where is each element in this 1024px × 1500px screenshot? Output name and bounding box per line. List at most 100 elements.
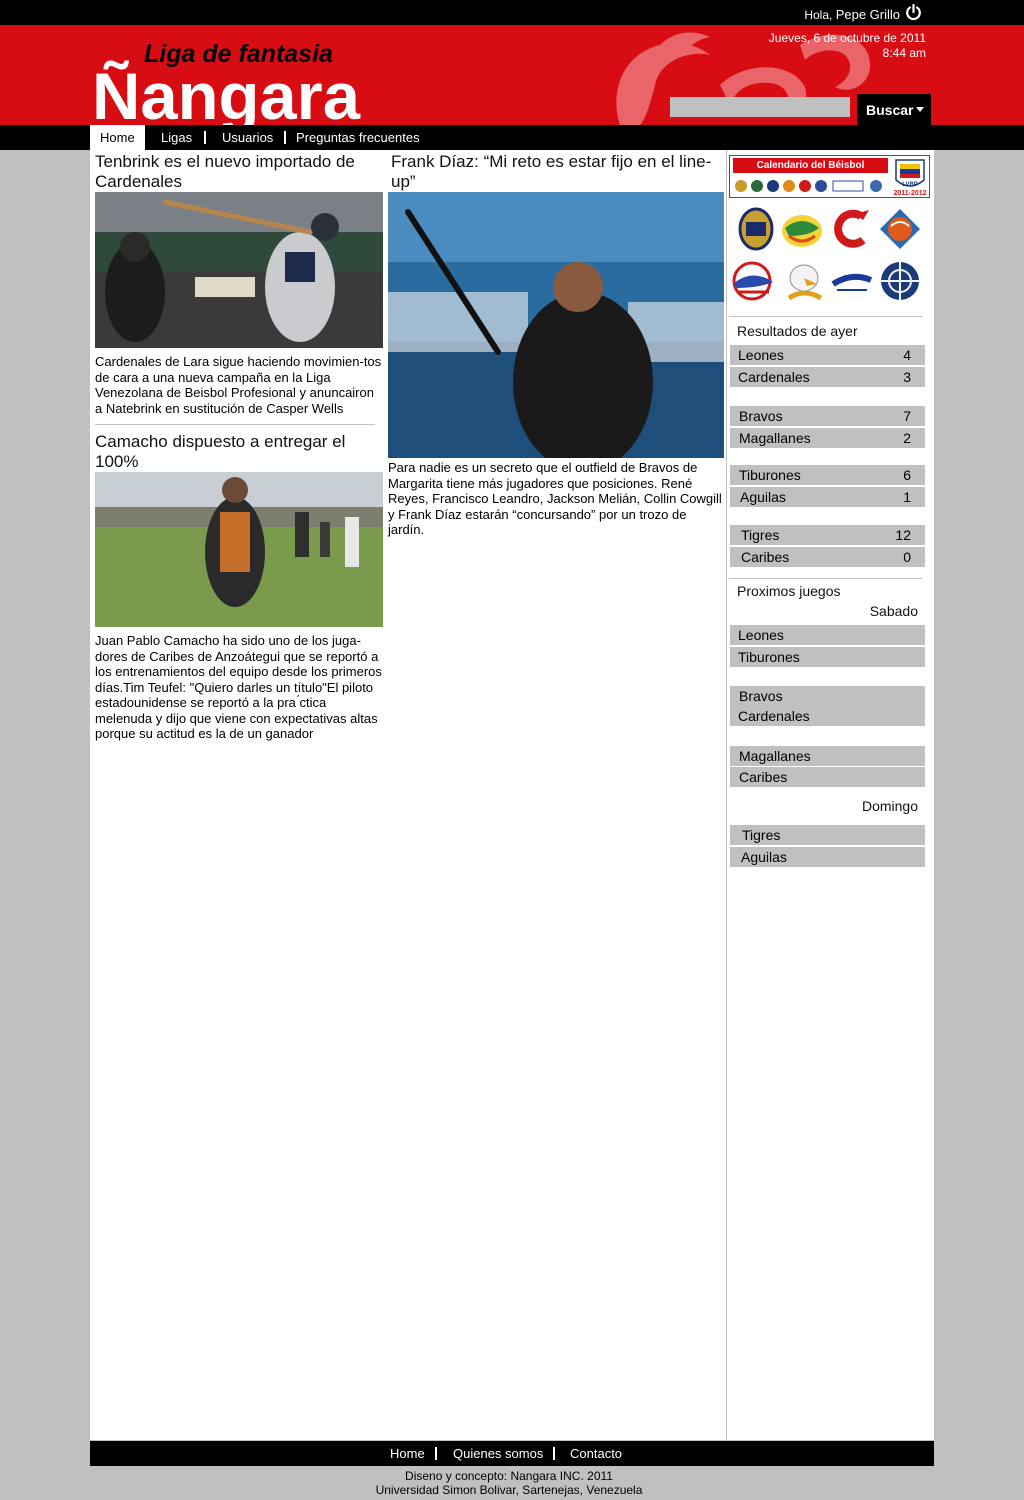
- article-photo-tenbrink[interactable]: [95, 192, 383, 348]
- upcoming-game-row[interactable]: Magallanes: [730, 746, 925, 766]
- article-divider: [95, 424, 375, 425]
- nav-item-faq[interactable]: Preguntas frecuentes: [296, 125, 420, 150]
- footer-separator: [553, 1447, 555, 1460]
- upcoming-game-row[interactable]: Leones: [730, 625, 925, 645]
- column-divider: [726, 150, 727, 1440]
- site-logo[interactable]: Liga de fantasia Ñangara: [92, 33, 372, 125]
- team-score: 0: [903, 549, 911, 565]
- chevron-down-icon: [916, 107, 924, 112]
- result-row[interactable]: Aguilas 1: [730, 487, 925, 507]
- article-title[interactable]: Tenbrink es el nuevo importado de Carden…: [95, 152, 383, 192]
- article-summary: Cardenales de Lara sigue haciendo movimi…: [95, 354, 382, 416]
- aguilas-logo-icon[interactable]: [781, 258, 827, 304]
- day-label: Domingo: [861, 798, 918, 814]
- calendar-banner[interactable]: Calendario del Béisbol Venezolano LVBP 2…: [729, 155, 930, 198]
- team-name: Tiburones: [739, 467, 801, 483]
- tiburones-logo-icon[interactable]: [729, 258, 775, 304]
- team-name: Magallanes: [739, 748, 811, 764]
- team-name: Caribes: [741, 549, 790, 565]
- team-name: Leones: [738, 627, 784, 643]
- magallanes-logo-icon[interactable]: [877, 258, 923, 304]
- upcoming-heading: Proximos juegos: [737, 583, 841, 599]
- result-row[interactable]: Leones 4: [730, 345, 925, 365]
- search-input[interactable]: [670, 97, 850, 117]
- leones-logo-icon[interactable]: [733, 206, 779, 252]
- team-name: Aguilas: [740, 489, 786, 505]
- result-row[interactable]: Caribes 0: [730, 547, 925, 567]
- team-name: Cardenales: [738, 369, 810, 385]
- team-name: Tiburones: [738, 649, 800, 665]
- logo-name: Ñangara: [92, 59, 361, 125]
- search-button-label: Buscar: [866, 101, 914, 118]
- top-bar: Hola, Pepe Grillo: [0, 0, 1024, 25]
- main-content: Tenbrink es el nuevo importado de Carden…: [90, 150, 934, 1440]
- news-article: Frank Díaz: “Mi reto es estar fijo en el…: [388, 152, 724, 538]
- team-score: 12: [895, 527, 911, 543]
- footer-link-home[interactable]: Home: [390, 1441, 425, 1466]
- footer-separator: [435, 1447, 437, 1460]
- site-header: Liga de fantasia Ñangara Jueves, 6 de oc…: [0, 25, 1024, 125]
- news-article: Camacho dispuesto a entregar el 100% Jua…: [95, 432, 385, 742]
- result-row[interactable]: Tiburones 6: [730, 465, 925, 485]
- cardenales-logo-icon[interactable]: [829, 206, 875, 252]
- current-datetime: Jueves, 6 de octubre de 2011 8:44 am: [769, 31, 926, 61]
- upcoming-game-row[interactable]: Cardenales: [730, 706, 925, 726]
- nav-separator: [284, 131, 286, 144]
- team-name: Leones: [738, 347, 784, 363]
- team-name: Magallanes: [739, 430, 811, 446]
- upcoming-game-row[interactable]: Aguilas: [730, 847, 925, 867]
- tigres-logo-icon[interactable]: [877, 206, 923, 252]
- team-score: 7: [903, 408, 911, 424]
- upcoming-game-row[interactable]: Tigres: [730, 825, 925, 845]
- credit-line: Universidad Simon Bolivar, Sartenejas, V…: [375, 1483, 643, 1497]
- article-photo-frank-diaz[interactable]: [388, 192, 724, 458]
- result-row[interactable]: Bravos 7: [730, 406, 925, 426]
- calendar-team-icons-strip: [735, 180, 882, 192]
- main-nav: Home Ligas Usuarios Preguntas frecuentes: [0, 125, 1024, 150]
- team-score: 4: [903, 347, 911, 363]
- day-label: Sabado: [869, 603, 918, 619]
- result-row[interactable]: Cardenales 3: [730, 367, 925, 387]
- team-name: Tigres: [742, 827, 781, 843]
- greeting-prefix: Hola,: [804, 8, 833, 22]
- nav-item-ligas[interactable]: Ligas: [161, 125, 192, 150]
- nav-item-home[interactable]: Home: [90, 125, 145, 150]
- team-score: 6: [903, 467, 911, 483]
- calendar-season: 2011-2012: [893, 190, 926, 196]
- team-score: 1: [903, 489, 911, 505]
- news-article: Tenbrink es el nuevo importado de Carden…: [95, 152, 385, 416]
- article-summary: Para nadie es un secreto que el outfield…: [388, 460, 722, 537]
- upcoming-game-row[interactable]: Bravos: [730, 686, 925, 706]
- result-row[interactable]: Magallanes 2: [730, 428, 925, 448]
- team-name: Cardenales: [738, 708, 810, 724]
- team-score: 2: [903, 430, 911, 446]
- team-score: 3: [903, 369, 911, 385]
- sidebar-divider: [729, 316, 922, 317]
- article-photo-camacho[interactable]: [95, 472, 383, 627]
- results-heading: Resultados de ayer: [737, 323, 858, 339]
- article-summary: Juan Pablo Camacho ha sido uno de los ju…: [95, 633, 382, 741]
- footer-credits: Diseno y concepto: Nangara INC. 2011 Uni…: [0, 1469, 1018, 1497]
- footer-link-about[interactable]: Quienes somos: [453, 1441, 543, 1466]
- upcoming-game-row[interactable]: Tiburones: [730, 647, 925, 667]
- article-title[interactable]: Frank Díaz: “Mi reto es estar fijo en el…: [388, 152, 722, 192]
- lvbp-badge-icon: LVBP 2011-2012: [893, 159, 927, 196]
- user-greeting: Hola, Pepe Grillo: [804, 7, 900, 22]
- nav-item-usuarios[interactable]: Usuarios: [222, 125, 273, 150]
- result-row[interactable]: Tigres 12: [730, 525, 925, 545]
- calendar-title: Calendario del Béisbol Venezolano: [733, 158, 888, 186]
- logout-power-icon[interactable]: [905, 4, 922, 21]
- bravos-logo-icon[interactable]: [829, 258, 875, 304]
- footer-link-contact[interactable]: Contacto: [570, 1441, 622, 1466]
- caribes-logo-icon[interactable]: [779, 206, 825, 252]
- user-name[interactable]: Pepe Grillo: [836, 7, 900, 22]
- team-name: Caribes: [739, 769, 788, 785]
- credit-line: Diseno y concepto: Nangara INC. 2011: [405, 1469, 613, 1483]
- nav-separator: [204, 131, 206, 144]
- current-date: Jueves, 6 de octubre de 2011: [768, 31, 926, 45]
- team-name: Bravos: [739, 408, 783, 424]
- upcoming-game-row[interactable]: Caribes: [730, 767, 925, 787]
- article-title[interactable]: Camacho dispuesto a entregar el 100%: [95, 432, 383, 472]
- footer-nav: Home Quienes somos Contacto: [90, 1441, 934, 1466]
- search-button[interactable]: Buscar: [857, 94, 931, 125]
